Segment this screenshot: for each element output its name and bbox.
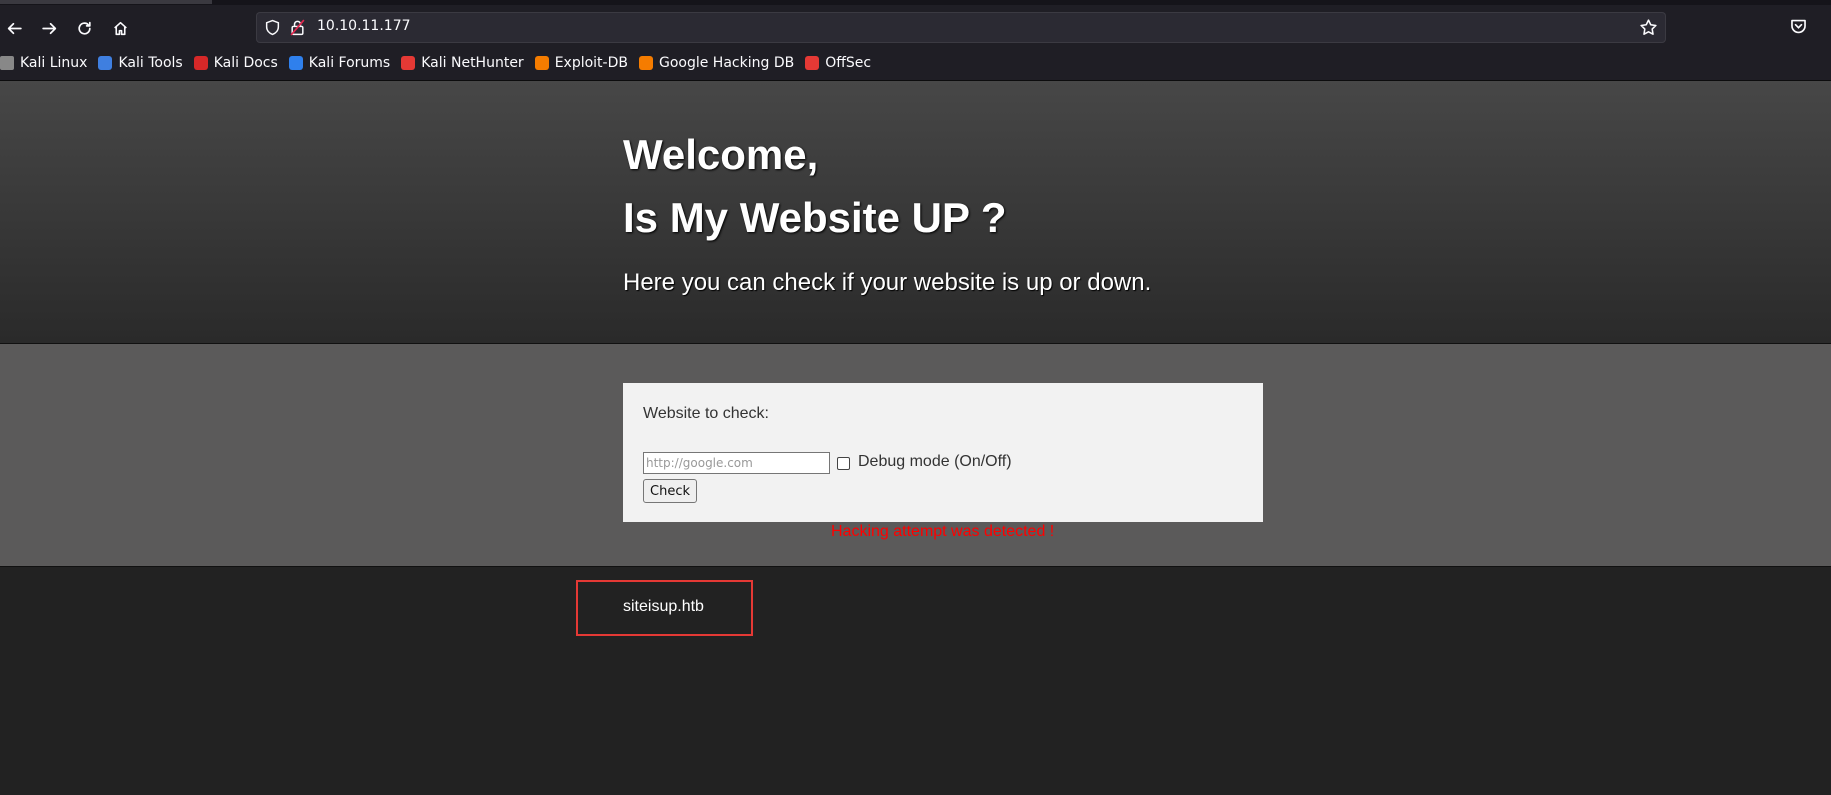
back-icon[interactable] — [0, 14, 28, 42]
address-bar[interactable]: 10.10.11.177 — [256, 12, 1666, 43]
bookmark-label: OffSec — [825, 55, 872, 71]
bookmark-item[interactable]: Google Hacking DB — [638, 55, 795, 71]
bookmark-item[interactable]: Exploit-DB — [534, 55, 628, 71]
bookmark-label: Kali Docs — [213, 55, 278, 71]
debug-mode-checkbox[interactable] — [837, 457, 850, 470]
tab-strip — [0, 0, 1831, 5]
offsec-icon — [805, 56, 820, 70]
kali-dragon-icon — [0, 56, 14, 70]
hero-section: Welcome, Is My Website UP ? Here you can… — [0, 81, 1831, 344]
bookmark-star-icon[interactable] — [1639, 18, 1658, 37]
debug-mode-label[interactable]: Debug mode (On/Off) — [858, 453, 1012, 471]
bookmark-item[interactable]: Kali Forums — [288, 55, 391, 71]
browser-chrome: 10.10.11.177 Kali Linux Kali Tools Kali Do… — [0, 0, 1831, 81]
forward-icon[interactable] — [35, 14, 63, 42]
page-subtitle: Here you can check if your website is up… — [623, 269, 1152, 296]
url-text[interactable]: 10.10.11.177 — [317, 18, 411, 34]
bookmark-label: Kali Forums — [308, 55, 391, 71]
nethunter-icon — [401, 56, 416, 70]
reload-icon[interactable] — [70, 14, 98, 42]
exploit-db-icon — [534, 56, 549, 70]
page-content: Welcome, Is My Website UP ? Here you can… — [0, 81, 1831, 795]
website-label: Website to check: — [643, 405, 769, 422]
bookmark-item[interactable]: Kali Tools — [98, 55, 183, 71]
bookmark-label: Kali Linux — [20, 55, 88, 71]
bookmark-label: Kali NetHunter — [421, 55, 524, 71]
footer-domain-text: siteisup.htb — [623, 598, 704, 615]
tracking-protection-shield-icon[interactable] — [264, 19, 281, 36]
welcome-heading: Welcome, — [623, 131, 819, 178]
website-input[interactable] — [643, 452, 830, 474]
bookmark-item[interactable]: Kali Linux — [0, 55, 87, 71]
check-button[interactable]: Check — [643, 479, 697, 503]
hacking-alert-text: Hacking attempt was detected ! — [831, 523, 1055, 540]
ghdb-icon — [638, 56, 653, 70]
bookmark-label: Google Hacking DB — [658, 55, 795, 71]
bookmark-item[interactable]: Kali Docs — [193, 55, 278, 71]
pocket-icon[interactable] — [1789, 17, 1808, 36]
insecure-lock-icon[interactable] — [290, 19, 305, 36]
bookmark-label: Exploit-DB — [554, 55, 628, 71]
page-title: Is My Website UP ? — [623, 194, 1007, 241]
active-tab-indicator[interactable] — [0, 0, 212, 4]
bookmark-item[interactable]: OffSec — [805, 55, 871, 71]
bookmark-item[interactable]: Kali NetHunter — [401, 55, 524, 71]
home-icon[interactable] — [106, 14, 134, 42]
bookmark-label: Kali Tools — [118, 55, 183, 71]
kali-tools-icon — [98, 56, 113, 70]
kali-docs-icon — [193, 56, 208, 70]
bookmarks-toolbar: Kali Linux Kali Tools Kali Docs Kali Forums… — [0, 50, 1831, 76]
check-form: Website to check: Debug mode (On/Off) Ch… — [623, 383, 1263, 522]
kali-forums-icon — [288, 56, 303, 70]
